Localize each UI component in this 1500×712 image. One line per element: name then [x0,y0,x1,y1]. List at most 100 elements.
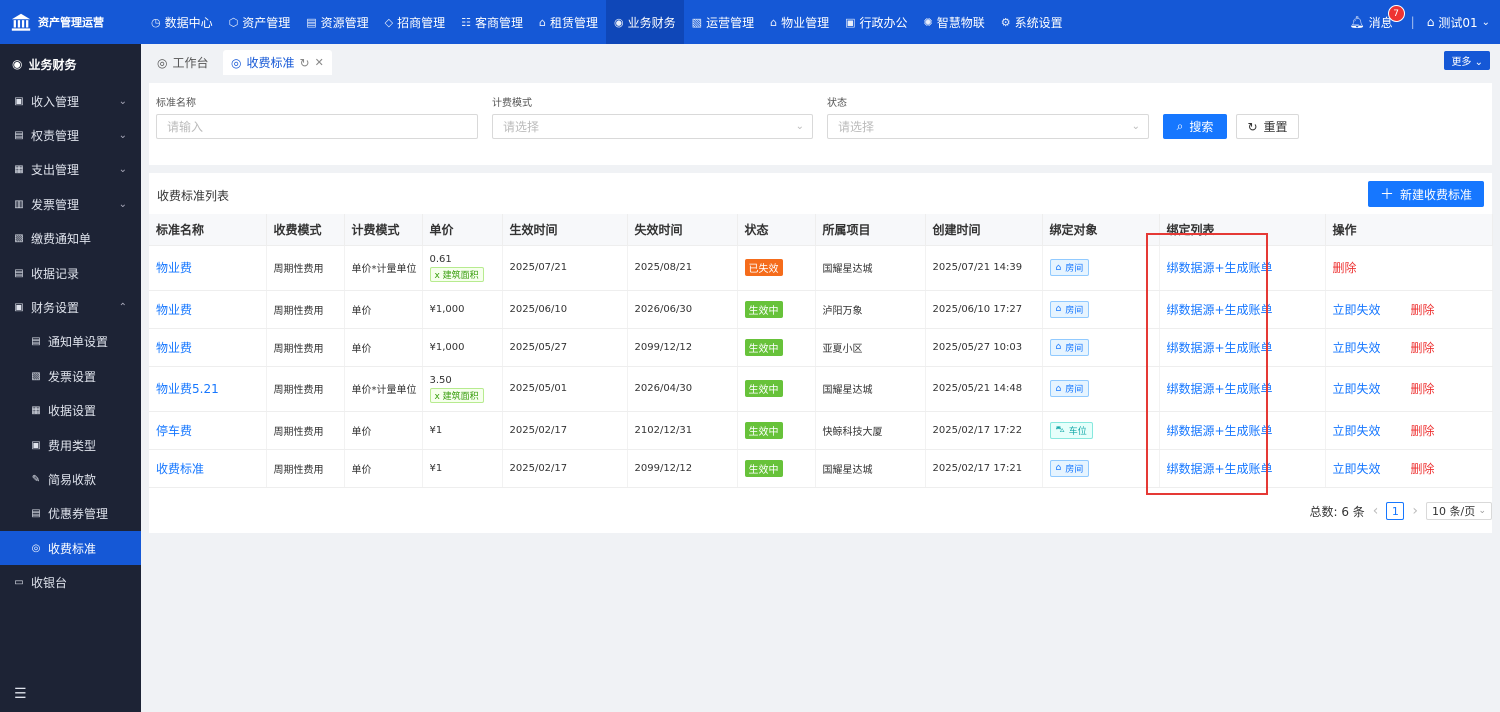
sidebar-subitem-4[interactable]: ▣ 费用类型 [0,428,141,462]
more-button[interactable]: 更多 ⌄ [1444,51,1490,70]
created-time-cell: 2025/05/21 14:48 [925,366,1043,412]
collapse-menu-icon[interactable]: ☰ [14,686,27,702]
menu-icon: ▣ [14,302,24,314]
menu-label: 发票管理 [31,197,80,212]
menu-icon: ▧ [14,233,24,245]
expire-now-link[interactable]: 立即失效 [1333,462,1381,476]
search-button[interactable]: ⌕ 搜索 [1163,114,1227,139]
expire-now-link[interactable]: 立即失效 [1333,424,1381,438]
total-count: 总数: 6 条 [1309,504,1365,519]
bind-datasource-link[interactable]: 绑数据源+生成账单 [1159,411,1326,450]
table-row: 物业费 周期性费用 单价 ¥1,000 2025/05/27 2099/12/12 生效中 亚… [149,328,1493,367]
nav-label: 业务财务 [627,15,676,30]
status-select[interactable]: 请选择 ⌄ [827,114,1149,139]
sidebar-item-3[interactable]: ▦ 支出管理 ⌄ [0,153,141,187]
nav-item-10[interactable]: ▣ 行政办公 [837,0,915,44]
reset-button[interactable]: ↻ 重置 [1236,114,1299,139]
bind-datasource-link[interactable]: 绑数据源+生成账单 [1159,366,1326,412]
sidebar-item-6[interactable]: ▤ 收据记录 [0,256,141,290]
sidebar-subitem-2[interactable]: ▧ 发票设置 [0,359,141,393]
tab-workbench[interactable]: ◎ 工作台 [149,50,217,75]
bound-object-label: 房间 [1065,305,1084,316]
chevron-down-icon: ⌄ [1478,506,1486,516]
user-menu[interactable]: ⌂ 测试01 ⌄ [1427,14,1490,31]
start-date-cell: 2025/02/17 [502,411,628,450]
bound-object-label: 房间 [1065,343,1084,354]
mode-field-label: 计费模式 [492,98,532,109]
menu-label: 财务设置 [31,301,80,316]
new-charge-standard-button[interactable]: ＋ 新建收费标准 [1367,181,1484,207]
bound-object-cell: ⛍ 车位 [1042,411,1160,450]
bind-datasource-link[interactable]: 绑数据源+生成账单 [1159,245,1326,291]
nav-item-4[interactable]: ◇ 招商管理 [377,0,453,44]
tab-charge-standard[interactable]: ◎ 收费标准 ↻ ✕ [223,50,332,75]
sidebar-subitem-7[interactable]: ◎ 收费标准 [0,531,141,566]
delete-link[interactable]: 删除 [1411,303,1435,317]
column-header: 操作 [1325,214,1493,246]
nav-item-7[interactable]: ◉ 业务财务 [606,0,684,44]
sidebar-item-4[interactable]: ▥ 发票管理 ⌄ [0,187,141,221]
sidebar-subitem-6[interactable]: ▤ 优惠券管理 [0,497,141,531]
nav-item-3[interactable]: ▤ 资源管理 [298,0,376,44]
nav-item-8[interactable]: ▧ 运营管理 [684,0,762,44]
delete-link[interactable]: 删除 [1411,424,1435,438]
nav-label: 招商管理 [397,15,446,30]
sidebar-subitem-5[interactable]: ✎ 简易收款 [0,462,141,496]
expire-now-link[interactable]: 立即失效 [1333,303,1381,317]
bind-datasource-link[interactable]: 绑数据源+生成账单 [1159,290,1326,329]
standard-name-link[interactable]: 停车费 [149,411,267,450]
sidebar-subitem-1[interactable]: ▤ 通知单设置 [0,325,141,359]
nav-item-6[interactable]: ⌂ 租赁管理 [531,0,606,44]
nav-item-12[interactable]: ⚙ 系统设置 [993,0,1071,44]
page-size-select[interactable]: 10 条/页 ⌄ [1426,502,1492,520]
bound-object-label: 房间 [1065,385,1084,395]
billing-mode-cell: 单价 [344,411,423,450]
standard-name-link[interactable]: 物业费 [149,290,267,329]
delete-link[interactable]: 删除 [1411,382,1435,396]
refresh-icon[interactable]: ↻ [300,56,310,70]
prev-page-icon[interactable]: ‹ [1373,503,1379,519]
sidebar-item-1[interactable]: ▣ 收入管理 ⌄ [0,84,141,118]
next-page-icon[interactable]: › [1412,503,1418,519]
sidebar-item-2[interactable]: ▤ 权责管理 ⌄ [0,118,141,152]
standard-name-link[interactable]: 收费标准 [149,449,267,488]
nav-item-5[interactable]: ☷ 客商管理 [453,0,531,44]
sidebar-item-5[interactable]: ▧ 缴费通知单 [0,222,141,256]
nav-item-9[interactable]: ⌂ 物业管理 [762,0,837,44]
project-cell: 泸阳万象 [815,290,926,329]
nav-item-1[interactable]: ◷ 数据中心 [143,0,221,44]
chevron-icon: ⌄ [118,198,127,210]
bound-object-cell: ⌂ 房间 [1042,290,1160,329]
bell-icon: 🔔︎ [1349,15,1365,29]
message-count-badge: 7 [1387,4,1405,22]
user-label: 测试01 [1438,15,1478,30]
messages-button[interactable]: 🔔︎ 消息 7 [1349,4,1405,31]
sidebar-item-cashier[interactable]: ▭ 收银台 [0,565,141,599]
nav-item-11[interactable]: ✺ 智慧物联 [916,0,993,44]
nav-item-2[interactable]: ⬡ 资产管理 [221,0,299,44]
expire-now-link[interactable]: 立即失效 [1333,382,1381,396]
price-cell: ¥1,000 [422,290,503,329]
bind-datasource-link[interactable]: 绑数据源+生成账单 [1159,449,1326,488]
page-number-button[interactable]: 1 [1386,502,1405,520]
sidebar-subitem-3[interactable]: ▦ 收据设置 [0,394,141,428]
delete-link[interactable]: 删除 [1411,341,1435,355]
chevron-icon: ⌄ [118,164,127,176]
app-logo[interactable]: 资产管理运营 [0,0,141,44]
nav-icon: ⬡ [228,15,239,29]
bind-datasource-link[interactable]: 绑数据源+生成账单 [1159,328,1326,367]
sidebar-item-7[interactable]: ▣ 财务设置 ⌃ [0,290,141,324]
nav-icon: ◇ [384,15,394,29]
expire-now-link[interactable]: 立即失效 [1333,341,1381,355]
reset-button-label: 重置 [1263,120,1288,134]
column-header: 状态 [737,214,816,246]
name-search-input[interactable]: 请输入 [156,114,478,139]
delete-link[interactable]: 删除 [1411,462,1435,476]
standard-name-link[interactable]: 物业费 [149,328,267,367]
standard-name-link[interactable]: 物业费 [149,245,267,291]
nav-icon: ▤ [306,15,317,29]
standard-name-link[interactable]: 物业费5.21 [149,366,267,412]
delete-link[interactable]: 删除 [1333,261,1357,275]
close-icon[interactable]: ✕ [315,56,324,69]
billing-mode-select[interactable]: 请选择 ⌄ [492,114,813,139]
